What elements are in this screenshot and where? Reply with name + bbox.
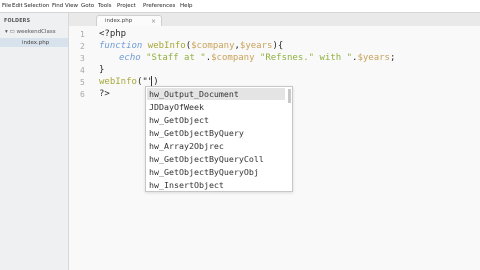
text-cursor xyxy=(151,76,152,86)
line-number: 3 xyxy=(80,54,85,63)
menu-edit[interactable]: Edit xyxy=(12,3,23,9)
menu-tools[interactable]: Tools xyxy=(98,3,112,9)
var-company: $company xyxy=(211,53,255,63)
menu-goto[interactable]: Goto xyxy=(81,3,94,9)
param-company: $company xyxy=(191,41,235,51)
param-years: $years xyxy=(239,41,273,51)
php-close-tag: ?> xyxy=(99,89,110,99)
menu-bar: File Edit Selection Find View Goto Tools… xyxy=(0,0,480,13)
autocomplete-item[interactable]: hw_GetObjectByQueryColl xyxy=(149,154,264,164)
sidebar-title: FOLDERS xyxy=(4,19,31,24)
keyword-echo: echo xyxy=(119,53,141,63)
sidebar: FOLDERS ▾ ▭ weekendClass index.php xyxy=(0,13,69,270)
string-with: with " xyxy=(314,53,353,63)
menu-project[interactable]: Project xyxy=(117,3,136,9)
tab-bar xyxy=(0,13,480,26)
line-number: 5 xyxy=(80,78,85,87)
php-open-tag: <?php xyxy=(99,29,127,39)
popup-scrollbar[interactable] xyxy=(288,89,291,103)
line-number: 1 xyxy=(80,30,85,39)
sidebar-folder[interactable]: ▾ ▭ weekendClass xyxy=(5,29,56,35)
var-years: $years xyxy=(357,53,390,63)
autocomplete-item[interactable]: hw_Output_Document xyxy=(149,89,239,99)
string-refsnes: "Refsnes." xyxy=(254,53,315,63)
menu-preferences[interactable]: Preferences xyxy=(143,3,175,9)
folder-label: weekendClass xyxy=(16,29,56,35)
file-label: index.php xyxy=(22,40,50,46)
autocomplete-item[interactable]: JDDayOfWeek xyxy=(149,102,204,112)
line-number: 4 xyxy=(80,66,85,75)
close-icon[interactable]: × xyxy=(151,18,156,25)
autocomplete-item[interactable]: hw_Array2Objrec xyxy=(149,141,224,151)
code-line-1: <?php xyxy=(99,29,126,39)
autocomplete-item[interactable]: hw_InsertObject xyxy=(149,180,224,190)
code-line-4: } xyxy=(99,65,104,75)
code-line-3: echo "Staff at ".$company "Refsnes." wit… xyxy=(119,53,395,63)
function-call: webInfo xyxy=(99,77,137,87)
keyword-function: function xyxy=(99,41,143,51)
menu-find[interactable]: Find xyxy=(52,3,63,9)
folder-arrow-icon: ▾ ▭ xyxy=(5,29,17,35)
tab-label: index.php xyxy=(105,18,133,24)
brace-close: } xyxy=(99,65,105,75)
menu-selection[interactable]: Selection xyxy=(24,3,49,9)
function-name: webInfo xyxy=(147,41,186,51)
paren-close: ){ xyxy=(272,41,284,51)
line-number: 6 xyxy=(80,90,85,99)
autocomplete-item[interactable]: hw_GetObjectByQueryObj xyxy=(149,167,259,177)
menu-view[interactable]: View xyxy=(65,3,78,9)
line-number: 2 xyxy=(80,42,85,51)
code-line-2: function webInfo($company,$years){ xyxy=(99,41,283,51)
autocomplete-item[interactable]: hw_GetObject xyxy=(149,115,209,125)
sidebar-file-item[interactable]: index.php xyxy=(0,38,68,47)
menu-file[interactable]: File xyxy=(2,3,11,9)
semicolon: ; xyxy=(389,53,396,63)
autocomplete-popup[interactable]: hw_Output_Document JDDayOfWeek hw_GetObj… xyxy=(145,86,293,192)
autocomplete-item[interactable]: hw_GetObjectByQuery xyxy=(149,128,244,138)
menu-help[interactable]: Help xyxy=(180,3,193,9)
string-staff: "Staff at " xyxy=(146,53,206,63)
code-line-6: ?> xyxy=(99,89,110,99)
